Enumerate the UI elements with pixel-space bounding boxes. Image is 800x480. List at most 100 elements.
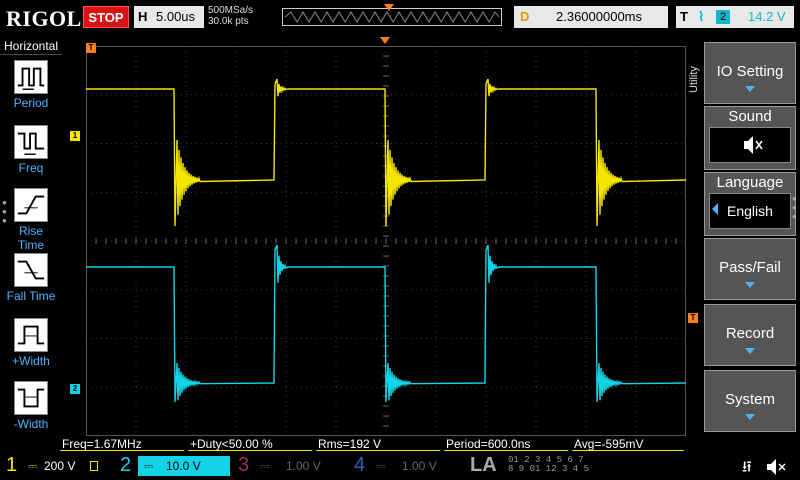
measure-positive-width[interactable]: +Width — [6, 318, 56, 368]
system-label: System — [724, 391, 775, 408]
rise-time-icon — [14, 188, 48, 222]
sound-label: Sound — [728, 108, 772, 125]
negative-width-icon — [14, 381, 48, 415]
delay-value: 2.36000000ms — [556, 9, 643, 24]
frequency-icon — [14, 125, 48, 159]
measure-freq-label: Freq — [18, 161, 44, 175]
pass-fail-button[interactable]: Pass/Fail — [704, 238, 796, 300]
ch1-offset-marker[interactable]: 1 — [70, 131, 80, 141]
logic-analyzer-label[interactable]: LA — [470, 454, 497, 477]
ch3-scale-box[interactable]: ⎓ 1.00 V — [256, 456, 336, 476]
ch3-scale: 1.00 V — [286, 459, 321, 473]
speaker-muted-icon[interactable] — [764, 458, 788, 476]
ch2-scale-box[interactable]: ⎓ 10.0 V — [138, 456, 230, 476]
io-setting-label: IO Setting — [716, 63, 784, 80]
dc-coupling-icon: ⎓ — [144, 459, 154, 473]
trigger-label: T — [680, 9, 688, 24]
chevron-down-icon — [745, 282, 755, 288]
bandwidth-limit-icon — [90, 461, 98, 471]
chevron-down-icon — [745, 86, 755, 92]
measure-positive-width-label: +Width — [12, 354, 50, 368]
brand-logo: RIGOL — [6, 6, 82, 31]
measure-menu-title: Horizontal — [0, 39, 62, 55]
system-button[interactable]: System — [704, 370, 796, 432]
chevron-down-icon — [745, 414, 755, 420]
ch4-scale-box[interactable]: ⎓ 1.00 V — [372, 456, 452, 476]
trigger-box[interactable]: T ⌇ 2 14.2 V — [676, 6, 794, 28]
digital-channel-indicators[interactable]: 01 2 3 4 5 6 7 8 9 01 12 3 4 5 — [508, 456, 589, 474]
delay-label: D — [520, 9, 530, 24]
record-label: Record — [725, 325, 775, 342]
run-stop-status[interactable]: STOP — [83, 6, 129, 28]
measure-rise-time[interactable]: Rise Time — [6, 188, 56, 252]
ch4-scale: 1.00 V — [402, 459, 437, 473]
sound-toggle[interactable] — [709, 127, 791, 163]
dc-coupling-icon: ⎓ — [260, 459, 270, 473]
ch3-number[interactable]: 3 — [238, 454, 249, 477]
measurement-rms[interactable]: Rms=192 V — [316, 437, 440, 451]
trigger-level: 14.2 V — [748, 9, 786, 24]
dc-coupling-icon: ⎓ — [376, 459, 386, 473]
channel-status-bar: 1 ⎓ 200 V 2 ⎓ 10.0 V 3 ⎓ 1.00 V 4 ⎓ 1.00… — [0, 452, 800, 480]
ch1-number[interactable]: 1 — [6, 454, 17, 477]
measure-rise-time-label: Rise Time — [17, 224, 45, 252]
measure-period-label: Period — [13, 96, 49, 110]
memory-depth: 30.0k pts — [208, 16, 249, 27]
trigger-level-marker[interactable]: T — [688, 313, 698, 323]
ch2-offset-marker[interactable]: 2 — [70, 384, 80, 394]
timebase-box[interactable]: H 5.00us — [134, 6, 204, 28]
menu-scroll-indicator[interactable]: ● ● ● — [2, 198, 7, 225]
measure-fall-time[interactable]: Fall Time — [6, 253, 56, 303]
record-button[interactable]: Record — [704, 304, 796, 366]
measure-freq[interactable]: Freq — [6, 125, 56, 175]
usb-icon: ⭿ — [742, 459, 752, 476]
time-reference-marker[interactable]: T — [86, 43, 96, 53]
measure-period[interactable]: Period — [6, 60, 56, 110]
language-value: English — [727, 203, 773, 219]
measure-negative-width-label: -Width — [13, 417, 49, 431]
timebase-value: 5.00us — [156, 9, 196, 24]
ch1-waveform — [86, 78, 686, 227]
timebase-label: H — [138, 9, 148, 24]
sound-button[interactable]: Sound — [704, 106, 796, 170]
ch2-scale: 10.0 V — [166, 459, 201, 473]
ch2-number[interactable]: 2 — [120, 454, 131, 477]
measurement-positive-duty[interactable]: +Duty<50.00 % — [188, 437, 312, 451]
measure-negative-width[interactable]: -Width — [6, 381, 56, 431]
sample-rate: 500MSa/s — [208, 5, 254, 16]
digital-channels-row2: 8 9 01 12 3 4 5 — [508, 464, 590, 474]
delay-box[interactable]: D 2.36000000ms — [514, 6, 668, 28]
fall-time-icon — [14, 253, 48, 287]
measure-fall-time-label: Fall Time — [6, 289, 56, 303]
waveform-traces — [86, 78, 686, 403]
dc-coupling-icon: ⎓ — [28, 459, 38, 473]
positive-width-icon — [14, 318, 48, 352]
measurement-average[interactable]: Avg=-595mV — [572, 437, 684, 451]
waveform-display[interactable] — [86, 46, 686, 436]
io-setting-button[interactable]: IO Setting — [704, 42, 796, 104]
memory-waveform-preview — [284, 11, 500, 23]
speaker-muted-icon — [744, 136, 763, 154]
trigger-position-marker[interactable] — [384, 4, 394, 11]
language-selector[interactable]: English — [709, 193, 791, 229]
ch4-number[interactable]: 4 — [354, 454, 365, 477]
utility-menu-label: Utility — [688, 66, 700, 94]
ch1-scale-box[interactable]: ⎓ 200 V — [24, 456, 104, 476]
ch2-waveform — [86, 244, 686, 403]
trigger-center-marker[interactable] — [380, 37, 390, 44]
chevron-left-icon — [712, 203, 718, 215]
acquisition-info: 500MSa/s 30.0k pts — [208, 5, 253, 27]
trigger-source: 2 — [716, 10, 730, 24]
measure-menu: Horizontal Period Freq Rise Time Fall Ti… — [0, 36, 62, 450]
menu-scroll-indicator[interactable]: ● ● ● — [792, 194, 797, 221]
period-icon — [14, 60, 48, 94]
edge-trigger-icon: ⌇ — [698, 9, 705, 24]
language-label: Language — [716, 174, 784, 191]
pass-fail-label: Pass/Fail — [719, 259, 781, 276]
language-button[interactable]: Language English — [704, 172, 796, 236]
chevron-down-icon — [745, 348, 755, 354]
measurement-frequency[interactable]: Freq=1.67MHz — [60, 437, 184, 451]
ch1-scale: 200 V — [44, 459, 76, 473]
measurement-period[interactable]: Period=600.0ns — [444, 437, 568, 451]
top-status-bar: RIGOL STOP H 5.00us 500MSa/s 30.0k pts D… — [0, 0, 800, 36]
